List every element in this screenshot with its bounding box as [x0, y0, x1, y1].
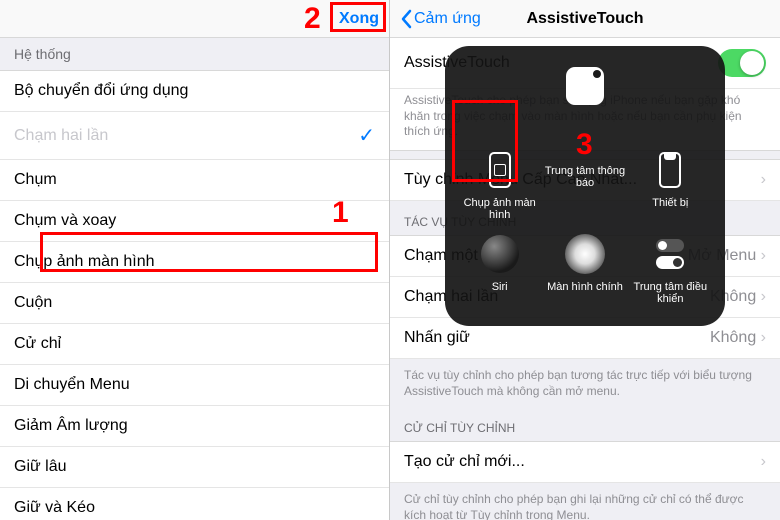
list-item-label: Chụp ảnh màn hình [14, 253, 155, 271]
list-item-label: Giữ lâu [14, 458, 67, 476]
list-item[interactable]: Giảm Âm lượng [0, 406, 389, 447]
at-screenshot[interactable]: Chụp ảnh màn hình [459, 148, 540, 226]
check-icon: ✓ [358, 123, 375, 148]
list-item[interactable]: Chụm [0, 160, 389, 201]
list-item[interactable]: Cuộn [0, 283, 389, 324]
left-pane: Xong Hệ thống Bộ chuyển đổi ứng dụng Chạm… [0, 0, 390, 520]
at-siri-label: Siri [492, 281, 508, 293]
right-pane: Cảm ứng AssistiveTouch AssistiveTouch As… [390, 0, 780, 520]
page-title: AssistiveTouch [526, 10, 643, 28]
list-item[interactable]: Chụp ảnh màn hình [0, 242, 389, 283]
at-device-label: Thiết bị [652, 197, 688, 209]
list-item-label: Di chuyển Menu [14, 376, 130, 394]
chevron-right-icon: › [761, 171, 766, 189]
at-home[interactable]: Màn hình chính [544, 232, 625, 310]
chevron-right-icon: › [761, 247, 766, 264]
left-list: Hệ thống Bộ chuyển đổi ứng dụng Chạm hai … [0, 38, 389, 520]
list-item[interactable]: Giữ và Kéo [0, 488, 389, 520]
list-item[interactable]: Bộ chuyển đổi ứng dụng [0, 71, 389, 112]
create-gesture-label: Tạo cử chỉ mới... [404, 453, 525, 471]
toggle-switch[interactable] [718, 49, 766, 77]
siri-icon [481, 235, 519, 273]
at-screenshot-label: Chụp ảnh màn hình [459, 197, 540, 221]
long-press-value: Không [710, 329, 756, 346]
at-siri[interactable]: Siri [459, 232, 540, 310]
list-item-label: Chạm hai lần [14, 127, 108, 145]
back-label: Cảm ứng [414, 10, 481, 28]
chevron-left-icon [400, 9, 412, 29]
at-cc-label: Trung tâm điều khiển [630, 281, 711, 305]
list-item-label: Giữ và Kéo [14, 499, 95, 517]
home-icon [565, 234, 605, 274]
actions-footer: Tác vụ tùy chỉnh cho phép bạn tương tác … [390, 359, 780, 407]
list-item[interactable]: Cử chỉ [0, 324, 389, 365]
create-gesture-row[interactable]: Tạo cử chỉ mới... › [390, 442, 780, 483]
chevron-right-icon: › [761, 288, 766, 305]
chevron-right-icon: › [761, 453, 766, 471]
star-icon [566, 67, 604, 105]
section-header-gestures: CỬ CHỈ TÙY CHỈNH [390, 407, 780, 442]
at-notification[interactable]: Trung tâm thông báo [544, 148, 625, 226]
list-item[interactable]: Chạm hai lần ✓ [0, 112, 389, 160]
at-device[interactable]: Thiết bị [630, 148, 711, 226]
at-notif-label: Trung tâm thông báo [544, 165, 625, 189]
back-button[interactable]: Cảm ứng [400, 9, 481, 29]
list-item-label: Giảm Âm lượng [14, 417, 128, 435]
list-item-label: Chụm và xoay [14, 212, 116, 230]
list-item[interactable]: Di chuyển Menu [0, 365, 389, 406]
right-header: Cảm ứng AssistiveTouch [390, 0, 780, 38]
gestures-footer: Cử chỉ tùy chỉnh cho phép bạn ghi lại nh… [390, 483, 780, 520]
list-item[interactable]: Giữ lâu [0, 447, 389, 488]
list-item-label: Chụm [14, 171, 57, 189]
section-header-system: Hệ thống [0, 38, 389, 71]
at-control-center[interactable]: Trung tâm điều khiển [630, 232, 711, 310]
control-center-icon [656, 239, 684, 269]
left-header: Xong [0, 0, 389, 38]
list-item[interactable]: Chụm và xoay [0, 201, 389, 242]
list-item-label: Cuộn [14, 294, 52, 312]
assistivetouch-menu[interactable]: Chụp ảnh màn hình Trung tâm thông báo Th… [445, 46, 725, 326]
long-press-label: Nhấn giữ [404, 329, 470, 347]
device-icon [659, 152, 681, 188]
at-favorites[interactable] [544, 64, 625, 142]
list-item-label: Bộ chuyển đổi ứng dụng [14, 82, 188, 100]
done-button[interactable]: Xong [339, 10, 379, 28]
chevron-right-icon: › [761, 329, 766, 346]
screenshot-icon [489, 152, 511, 188]
at-home-label: Màn hình chính [547, 281, 623, 293]
list-item-label: Cử chỉ [14, 335, 61, 353]
